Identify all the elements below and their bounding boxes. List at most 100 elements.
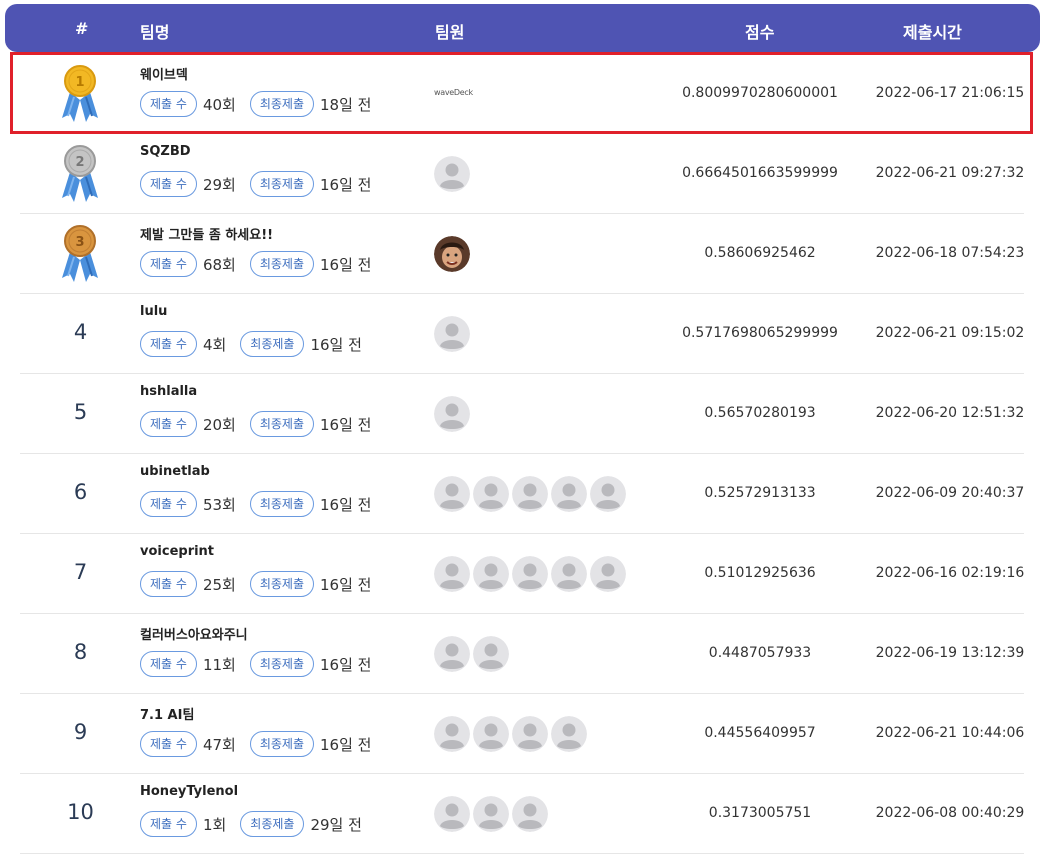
member-avatar[interactable] [434, 476, 470, 512]
last-submit-ago: 16일 전 [320, 255, 372, 274]
last-submit-ago: 16일 전 [310, 335, 362, 354]
table-row: 7 voiceprint 제출 수 25회 최종제출 16일 전 0.51012925636… [20, 534, 1024, 614]
header-members: 팀원 [435, 23, 465, 42]
team-name[interactable]: ubinetlab [140, 464, 210, 479]
score-value: 0.52572913133 [704, 485, 816, 501]
last-submit-ago: 18일 전 [320, 95, 372, 114]
gold-medal-icon: 1 [60, 64, 100, 126]
member-avatar[interactable] [434, 316, 470, 352]
submit-count-badge: 제출 수 [140, 331, 197, 357]
member-avatar[interactable] [473, 636, 509, 672]
member-avatar[interactable] [551, 556, 587, 592]
submit-count-badge: 제출 수 [140, 731, 197, 757]
submit-time: 2022-06-18 07:54:23 [875, 245, 1025, 261]
submit-count-badge: 제출 수 [140, 91, 197, 117]
submission-info: 제출 수 25회 최종제출 16일 전 [140, 571, 371, 597]
submission-info: 제출 수 1회 최종제출 29일 전 [140, 811, 362, 837]
submit-count-value: 20회 [202, 415, 236, 434]
score-value: 0.56570280193 [704, 405, 816, 421]
svg-text:1: 1 [75, 75, 84, 90]
submit-count-badge: 제출 수 [140, 171, 197, 197]
team-name[interactable]: voiceprint [140, 544, 214, 559]
submit-time: 2022-06-20 12:51:32 [875, 405, 1025, 421]
member-avatar[interactable] [434, 156, 470, 192]
member-avatar[interactable] [473, 476, 509, 512]
rank-number: 4 [73, 320, 88, 344]
team-name[interactable]: HoneyTylenol [140, 784, 238, 799]
last-submit-ago: 16일 전 [320, 575, 372, 594]
table-row: 5 hshlalla 제출 수 20회 최종제출 16일 전 0.56570280193 20… [20, 374, 1024, 454]
team-members [434, 236, 470, 272]
team-name[interactable]: lulu [140, 304, 167, 319]
member-avatar[interactable] [434, 636, 470, 672]
score-value: 0.58606925462 [704, 245, 816, 261]
header-score: 점수 [745, 23, 775, 42]
rank-number: 5 [73, 400, 88, 424]
submit-count-value: 1회 [202, 815, 227, 834]
team-name[interactable]: hshlalla [140, 384, 197, 399]
last-submit-badge: 최종제출 [240, 811, 305, 837]
rank-number: 8 [73, 640, 88, 664]
submission-info: 제출 수 11회 최종제출 16일 전 [140, 651, 371, 677]
team-name[interactable]: SQZBD [140, 144, 191, 159]
submit-time: 2022-06-21 09:15:02 [875, 325, 1025, 341]
submit-time: 2022-06-16 02:19:16 [875, 565, 1025, 581]
last-submit-ago: 16일 전 [320, 655, 372, 674]
team-members [434, 716, 587, 752]
score-value: 0.6664501663599999 [682, 165, 838, 181]
score-value: 0.51012925636 [704, 565, 816, 581]
table-row: 9 7.1 AI팀 제출 수 47회 최종제출 16일 전 0.44556409957 202… [20, 694, 1024, 774]
submit-count-value: 68회 [202, 255, 236, 274]
member-avatar[interactable] [590, 476, 626, 512]
member-avatar[interactable] [551, 476, 587, 512]
submit-time: 2022-06-17 21:06:15 [875, 85, 1025, 101]
member-avatar[interactable] [473, 796, 509, 832]
header-rank: # [75, 19, 89, 38]
member-avatar[interactable] [551, 716, 587, 752]
submit-count-value: 40회 [202, 95, 236, 114]
last-submit-badge: 최종제출 [249, 411, 314, 437]
member-avatar[interactable] [434, 236, 470, 272]
member-avatar[interactable] [590, 556, 626, 592]
table-row: 10 HoneyTylenol 제출 수 1회 최종제출 29일 전 0.317300575… [20, 774, 1024, 854]
submit-count-value: 25회 [202, 575, 236, 594]
submit-count-value: 47회 [202, 735, 236, 754]
submit-count-value: 11회 [202, 655, 236, 674]
member-avatar[interactable] [434, 556, 470, 592]
leaderboard-table: 1 웨이브덱 제출 수 40회 최종제출 18일 전 waveDeck 0.800997028… [20, 54, 1024, 854]
team-logo: waveDeck [434, 88, 473, 97]
member-avatar[interactable] [512, 476, 548, 512]
member-avatar[interactable] [434, 396, 470, 432]
last-submit-badge: 최종제출 [249, 651, 314, 677]
svg-text:2: 2 [75, 155, 84, 170]
leaderboard-header: # 팀명 팀원 점수 제출시간 [5, 4, 1040, 52]
table-row: 3 제발 그만들 좀 하세요!! 제출 수 68회 최종제출 16일 전 0.5860692… [20, 214, 1024, 294]
submit-count-badge: 제출 수 [140, 491, 197, 517]
member-avatar[interactable] [512, 716, 548, 752]
member-avatar[interactable] [434, 796, 470, 832]
silver-medal-icon: 2 [60, 144, 100, 206]
team-members [434, 396, 470, 432]
table-row: 2 SQZBD 제출 수 29회 최종제출 16일 전 0.6664501663599999… [20, 134, 1024, 214]
member-avatar[interactable] [434, 716, 470, 752]
member-avatar[interactable] [473, 556, 509, 592]
team-name[interactable]: 제발 그만들 좀 하세요!! [140, 224, 273, 243]
team-name[interactable]: 웨이브덱 [140, 64, 188, 83]
team-name[interactable]: 7.1 AI팀 [140, 704, 194, 723]
team-members [434, 156, 470, 192]
score-value: 0.5717698065299999 [682, 325, 838, 341]
team-name[interactable]: 컬러버스아요와주니 [140, 624, 248, 643]
team-members [434, 316, 470, 352]
submit-count-badge: 제출 수 [140, 251, 197, 277]
submission-info: 제출 수 53회 최종제출 16일 전 [140, 491, 371, 517]
submission-info: 제출 수 47회 최종제출 16일 전 [140, 731, 371, 757]
member-avatar[interactable] [473, 716, 509, 752]
member-avatar[interactable] [512, 796, 548, 832]
submit-count-badge: 제출 수 [140, 811, 197, 837]
table-row: 4 lulu 제출 수 4회 최종제출 16일 전 0.5717698065299999 20… [20, 294, 1024, 374]
last-submit-badge: 최종제출 [249, 571, 314, 597]
team-members [434, 476, 626, 512]
last-submit-ago: 16일 전 [320, 735, 372, 754]
member-avatar[interactable] [512, 556, 548, 592]
score-value: 0.3173005751 [708, 805, 812, 821]
